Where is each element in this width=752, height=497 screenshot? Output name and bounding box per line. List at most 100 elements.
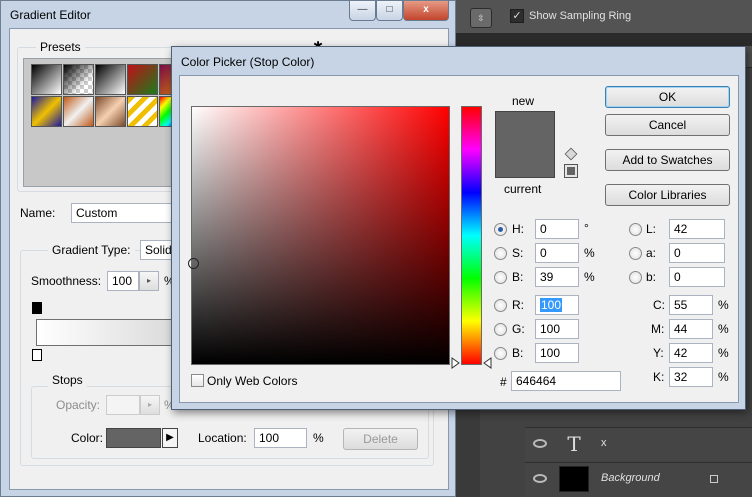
black-label: K: xyxy=(653,370,665,384)
ok-button[interactable]: OK xyxy=(605,86,730,108)
name-label: Name: xyxy=(20,206,56,220)
black-unit: % xyxy=(718,370,729,384)
visibility-eye-icon[interactable] xyxy=(533,474,547,483)
hue-radio[interactable] xyxy=(494,223,507,236)
preset-swatch[interactable] xyxy=(31,96,62,127)
new-current-color-preview xyxy=(495,111,555,178)
a-channel-radio[interactable] xyxy=(629,247,642,260)
blue-field[interactable]: 100 xyxy=(535,343,579,363)
window-title: Color Picker (Stop Color) xyxy=(181,55,315,69)
location-label: Location: xyxy=(198,431,247,445)
show-sampling-ring-checkbox[interactable]: ✓ xyxy=(510,9,524,23)
color-label: Color: xyxy=(71,431,104,445)
hue-label: H: xyxy=(512,222,524,236)
a-channel-label: a: xyxy=(646,246,657,260)
close-button[interactable]: x xyxy=(403,1,449,21)
color-field-cursor[interactable] xyxy=(188,258,199,269)
hue-slider-left-arrow-icon[interactable] xyxy=(451,357,460,369)
magenta-unit: % xyxy=(718,322,729,336)
b-channel-label: b: xyxy=(646,270,657,284)
cyan-field[interactable]: 55 xyxy=(669,295,713,315)
magenta-label: M: xyxy=(651,322,665,336)
visibility-eye-icon[interactable] xyxy=(533,439,547,448)
b-channel-field[interactable]: 0 xyxy=(669,267,725,287)
preset-swatch[interactable] xyxy=(31,64,62,95)
panel-collapse-bar[interactable] xyxy=(440,34,752,46)
hex-label: # xyxy=(500,375,507,389)
layer-name: Background xyxy=(601,472,660,484)
color-libraries-button[interactable]: Color Libraries xyxy=(605,184,730,206)
show-sampling-ring-label: Show Sampling Ring xyxy=(529,10,632,22)
opacity-field[interactable] xyxy=(106,395,140,415)
sample-size-dropdown[interactable]: ⇳ xyxy=(470,8,492,28)
yellow-label: Y: xyxy=(653,346,664,360)
a-channel-field[interactable]: 0 xyxy=(669,243,725,263)
magenta-field[interactable]: 44 xyxy=(669,319,713,339)
only-web-colors-checkbox[interactable] xyxy=(191,374,204,387)
preset-swatch[interactable] xyxy=(127,96,158,127)
preset-swatch[interactable] xyxy=(127,64,158,95)
black-field[interactable]: 32 xyxy=(669,367,713,387)
hex-field[interactable]: 646464 xyxy=(511,371,621,391)
red-value: 100 xyxy=(540,298,563,312)
lightness-radio[interactable] xyxy=(629,223,642,236)
lightness-field[interactable]: 42 xyxy=(669,219,725,239)
saturation-field[interactable]: 0 xyxy=(535,243,579,263)
opacity-stop-marker[interactable] xyxy=(32,302,42,314)
delete-button[interactable]: Delete xyxy=(343,428,418,450)
smoothness-stepper[interactable]: ▸ xyxy=(139,271,159,291)
preset-swatch[interactable] xyxy=(95,96,126,127)
location-unit: % xyxy=(313,431,324,445)
web-safe-swatch-icon[interactable] xyxy=(564,164,578,178)
blue-radio[interactable] xyxy=(494,347,507,360)
layer-name: x xyxy=(601,437,607,449)
brightness-unit: % xyxy=(584,270,595,284)
green-field[interactable]: 100 xyxy=(535,319,579,339)
layer-row[interactable]: T x xyxy=(525,427,752,461)
window-title: Gradient Editor xyxy=(10,8,91,22)
hue-slider-right-arrow-icon[interactable] xyxy=(483,357,492,369)
cancel-button[interactable]: Cancel xyxy=(605,114,730,136)
yellow-field[interactable]: 42 xyxy=(669,343,713,363)
preset-swatch[interactable] xyxy=(63,64,94,95)
green-label: G: xyxy=(512,322,525,336)
blue-label: B: xyxy=(512,346,524,360)
opacity-stepper[interactable]: ▸ xyxy=(140,395,160,415)
brightness-radio[interactable] xyxy=(494,271,507,284)
saturation-brightness-field[interactable] xyxy=(191,106,450,365)
hue-unit: ° xyxy=(584,221,589,235)
color-stop-marker[interactable] xyxy=(32,349,42,361)
layer-thumbnail xyxy=(559,466,589,492)
saturation-radio[interactable] xyxy=(494,247,507,260)
gradient-preview-bar[interactable] xyxy=(36,319,186,346)
preset-swatch[interactable] xyxy=(95,64,126,95)
maximize-button[interactable]: □ xyxy=(376,1,403,21)
opacity-label: Opacity: xyxy=(56,398,101,412)
add-to-swatches-button[interactable]: Add to Swatches xyxy=(605,149,730,171)
layer-row[interactable]: Background xyxy=(525,462,752,497)
hue-slider[interactable] xyxy=(461,106,482,365)
red-label: R: xyxy=(512,298,524,312)
stop-color-swatch[interactable] xyxy=(106,428,161,448)
presets-label: Presets xyxy=(36,40,85,54)
green-radio[interactable] xyxy=(494,323,507,336)
smoothness-field[interactable]: 100 xyxy=(107,271,139,291)
smoothness-label: Smoothness: xyxy=(31,274,102,288)
only-web-colors-label: Only Web Colors xyxy=(207,374,298,388)
location-field[interactable]: 100 xyxy=(254,428,307,448)
brightness-field[interactable]: 39 xyxy=(535,267,579,287)
gradient-type-label: Gradient Type: xyxy=(48,243,135,257)
minimize-button[interactable]: — xyxy=(349,1,376,21)
b-channel-radio[interactable] xyxy=(629,271,642,284)
brightness-label: B: xyxy=(512,270,524,284)
hue-field[interactable]: 0 xyxy=(535,219,579,239)
gradient-name-field[interactable]: Custom xyxy=(71,203,181,223)
color-menu-arrow-icon[interactable]: ▶ xyxy=(162,428,178,448)
red-radio[interactable] xyxy=(494,299,507,312)
saturation-unit: % xyxy=(584,246,595,260)
presets-grid xyxy=(23,58,190,187)
yellow-unit: % xyxy=(718,346,729,360)
red-field[interactable]: 100 xyxy=(535,295,579,315)
preset-swatch[interactable] xyxy=(63,96,94,127)
text-layer-icon: T xyxy=(567,432,581,456)
